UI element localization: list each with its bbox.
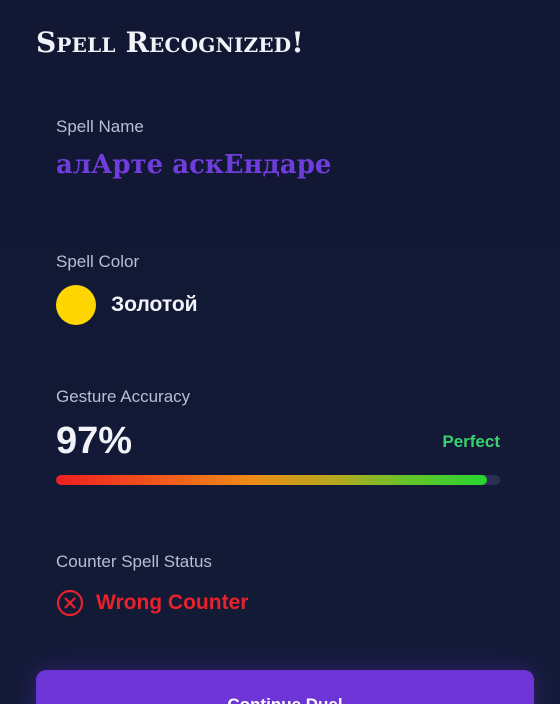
counter-spell-label: Counter Spell Status: [56, 552, 212, 571]
counter-spell-status-text: Wrong Counter: [96, 591, 249, 614]
accuracy-percentage: 97%: [56, 420, 133, 462]
gesture-accuracy-label: Gesture Accuracy: [56, 387, 191, 406]
spell-color-label: Spell Color: [56, 252, 140, 271]
accuracy-progress-bar: [56, 475, 500, 485]
counter-spell-status: Wrong Counter: [56, 588, 248, 618]
spell-name-label: Spell Name: [56, 117, 144, 136]
accuracy-rating: Perfect: [442, 432, 500, 451]
x-circle-icon: [56, 589, 84, 617]
page-title: Spell Recognized!: [36, 26, 304, 59]
color-swatch: [56, 285, 96, 325]
spell-result-panel: Spell Recognized! Spell Name алАрте аскЕ…: [0, 0, 560, 704]
accuracy-progress-fill: [56, 475, 487, 485]
spell-name-value: алАрте аскЕндаре: [56, 150, 332, 180]
continue-duel-button[interactable]: Continue Duel: [36, 670, 534, 704]
spell-color-row: Золотой: [56, 285, 198, 325]
spell-color-value: Золотой: [111, 293, 198, 316]
